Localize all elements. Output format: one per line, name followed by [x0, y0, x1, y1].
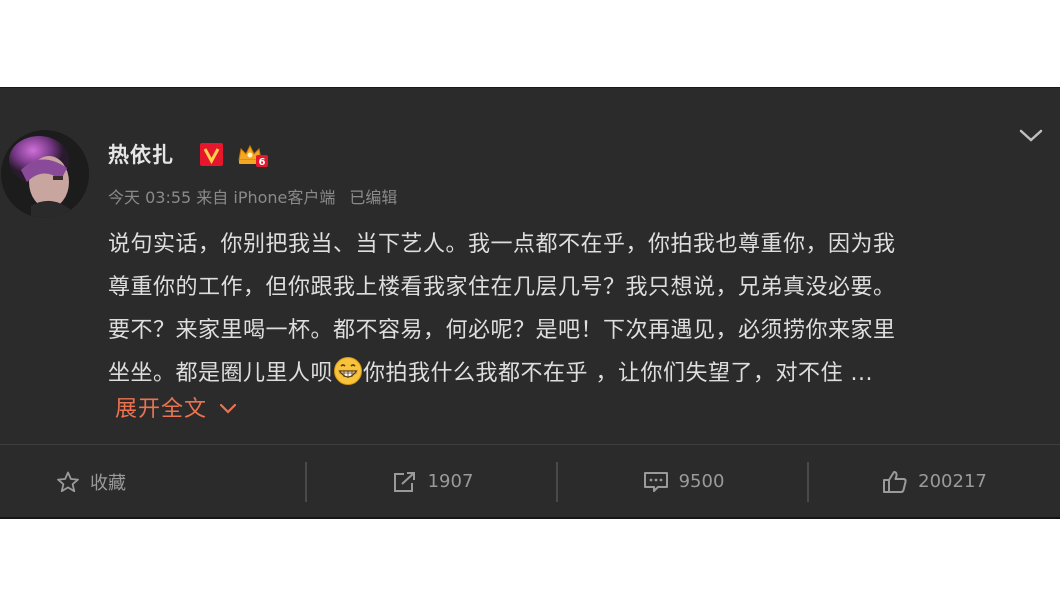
weibo-post-card: 热依扎 6 今天 03:55 来自 iPhone客户端 已编辑 说句实话，你别把我…	[0, 87, 1060, 519]
like-button[interactable]: 200217	[809, 445, 1060, 518]
content-line: 说句实话，你别把我当、当下艺人。我一点都不在乎，你拍我也尊重你，因为我	[108, 232, 896, 257]
post-meta: 今天 03:55 来自 iPhone客户端 已编辑	[108, 184, 397, 208]
thumbs-up-icon	[883, 470, 907, 493]
grin-emoji-icon	[334, 357, 363, 385]
content-line-start: 坐坐。都是圈儿里人呗	[108, 361, 334, 386]
star-icon	[57, 471, 79, 492]
expand-label: 展开全文	[115, 397, 208, 422]
action-bar: 收藏 1907 9500 200217	[0, 445, 1060, 518]
content-line-end: 你拍我什么我都不在乎 ，让你们失望了，对不住 ...	[363, 361, 873, 386]
favorite-button[interactable]: 收藏	[0, 445, 307, 518]
share-icon	[393, 471, 415, 492]
like-count: 200217	[918, 471, 987, 492]
post-source: 来自 iPhone客户端	[196, 188, 336, 207]
post-time[interactable]: 今天 03:55	[108, 188, 191, 207]
repost-button[interactable]: 1907	[307, 445, 558, 518]
comment-count: 9500	[678, 471, 725, 492]
comment-icon	[643, 471, 668, 492]
vip-crown-icon[interactable]: 6	[236, 142, 268, 168]
avatar[interactable]	[1, 130, 89, 218]
repost-count: 1907	[427, 471, 474, 492]
chevron-down-icon	[219, 403, 237, 414]
expand-full-text-link[interactable]: 展开全文	[115, 391, 237, 423]
verified-v-icon[interactable]	[200, 143, 223, 166]
favorite-label: 收藏	[90, 472, 126, 494]
post-content: 说句实话，你别把我当、当下艺人。我一点都不在乎，你拍我也尊重你，因为我 尊重你的…	[108, 223, 1038, 395]
vip-level-label: 6	[259, 157, 266, 168]
edited-label[interactable]: 已编辑	[349, 188, 397, 207]
content-line: 要不？来家里喝一杯。都不容易，何必呢？是吧！下次再遇见，必须捞你来家里	[108, 318, 896, 343]
content-line: 尊重你的工作，但你跟我上楼看我家住在几层几号？我只想说，兄弟真没必要。	[108, 275, 896, 300]
content-line: 坐坐。都是圈儿里人呗 你拍我什么我都不在乎 ，让你们失望了，对不住 ...	[108, 352, 1038, 395]
chevron-down-icon[interactable]	[1018, 128, 1044, 144]
comment-button[interactable]: 9500	[558, 445, 809, 518]
username[interactable]: 热依扎	[108, 139, 174, 169]
